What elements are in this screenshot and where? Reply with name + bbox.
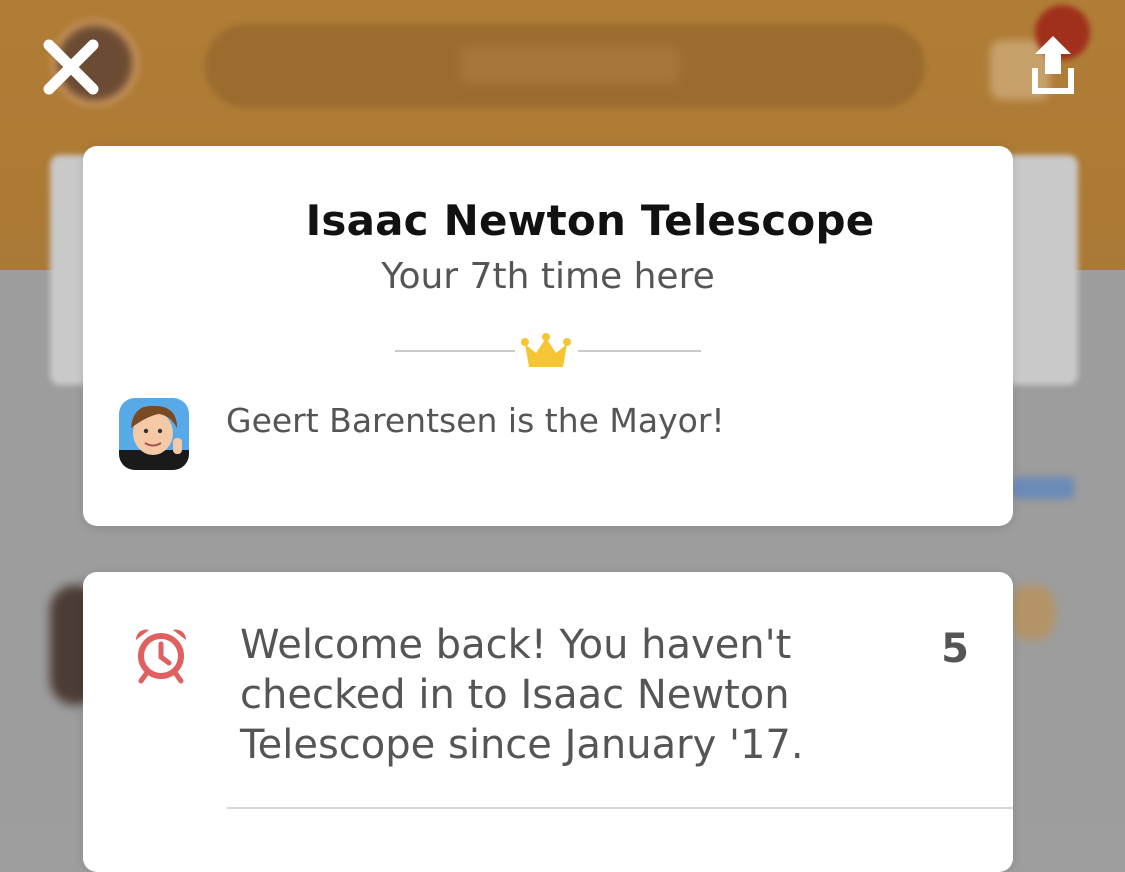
share-icon <box>1032 36 1074 94</box>
mayor-avatar[interactable] <box>119 398 189 470</box>
background-search-placeholder <box>460 46 680 84</box>
close-button[interactable] <box>40 36 102 98</box>
background-link <box>1012 477 1074 499</box>
divider-left <box>395 350 515 352</box>
close-icon <box>43 39 99 95</box>
visit-count-text: Your 7th time here <box>381 256 715 297</box>
venue-title: Isaac Newton Telescope <box>305 196 875 245</box>
checkin-count: 5 <box>941 626 969 672</box>
welcome-back-message: Welcome back! You haven't checked in to … <box>240 622 804 768</box>
crown-icon <box>521 333 571 367</box>
alarm-clock-icon <box>135 629 187 684</box>
welcome-divider <box>227 807 1013 809</box>
share-button[interactable] <box>1018 30 1088 100</box>
mayor-text: Geert Barentsen is the Mayor! <box>226 401 725 440</box>
divider-right <box>578 350 701 352</box>
background-badge <box>1010 585 1055 640</box>
